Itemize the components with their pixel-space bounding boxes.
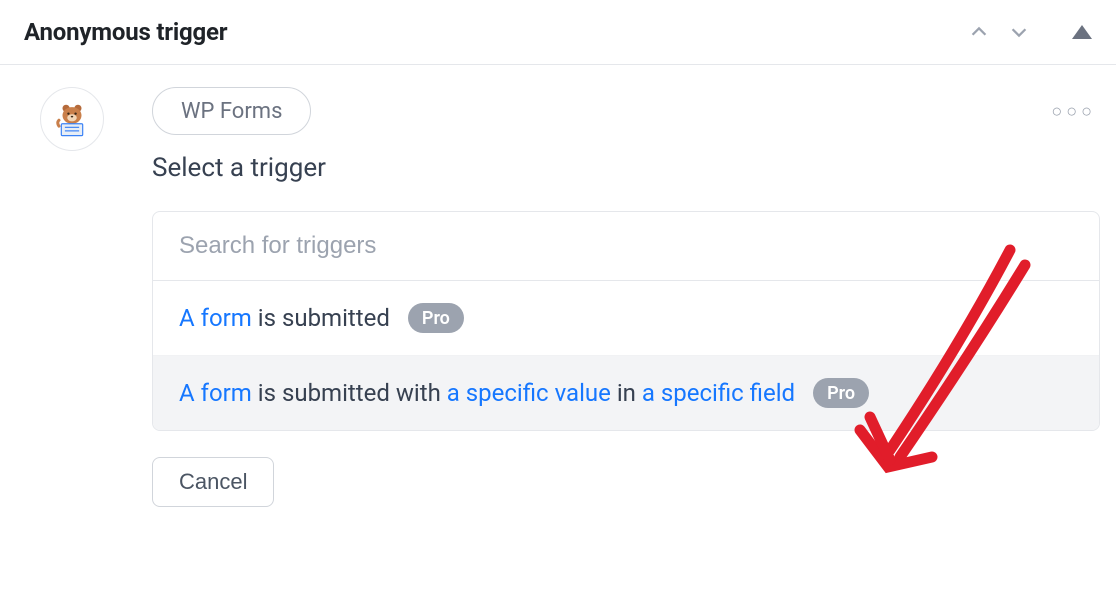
trigger-option-text: A form is submitted with a specific valu… [179,379,795,407]
chevron-up-icon[interactable] [968,21,990,43]
trigger-text: is submitted [252,304,390,332]
panel-header-controls [968,21,1092,43]
trigger-text: in [611,379,642,407]
collapse-triangle-icon[interactable] [1072,25,1092,39]
trigger-option[interactable]: A form is submitted Pro [153,281,1099,355]
trigger-text: is submitted with [252,379,447,407]
wpforms-bear-icon [53,100,91,138]
more-menu-icon[interactable]: ○○○ [1051,101,1100,122]
pro-badge: Pro [813,378,869,408]
integration-chip[interactable]: WP Forms [152,87,311,135]
integration-chip-label: WP Forms [181,99,282,124]
panel-title: Anonymous trigger [24,18,227,46]
trigger-option[interactable]: A form is submitted with a specific valu… [153,355,1099,430]
panel-body: WP Forms ○○○ Select a trigger A form is … [0,65,1116,531]
trigger-token: A form [179,379,252,407]
cancel-button[interactable]: Cancel [152,457,274,507]
trigger-dropdown: A form is submittedProA form is submitte… [152,211,1100,431]
trigger-options-list: A form is submittedProA form is submitte… [153,281,1099,430]
integration-avatar [40,87,104,151]
panel-header: Anonymous trigger [0,0,1116,65]
pro-badge: Pro [408,303,464,333]
chevron-down-icon[interactable] [1008,21,1030,43]
cancel-button-label: Cancel [179,469,247,495]
trigger-search-row [153,212,1099,281]
trigger-subtitle: Select a trigger [152,153,1100,183]
trigger-token: a specific value [447,379,611,407]
trigger-search-input[interactable] [179,232,1073,260]
trigger-token: a specific field [642,379,795,407]
trigger-token: A form [179,304,252,332]
trigger-config: WP Forms ○○○ Select a trigger A form is … [152,87,1100,507]
trigger-option-text: A form is submitted [179,304,390,332]
